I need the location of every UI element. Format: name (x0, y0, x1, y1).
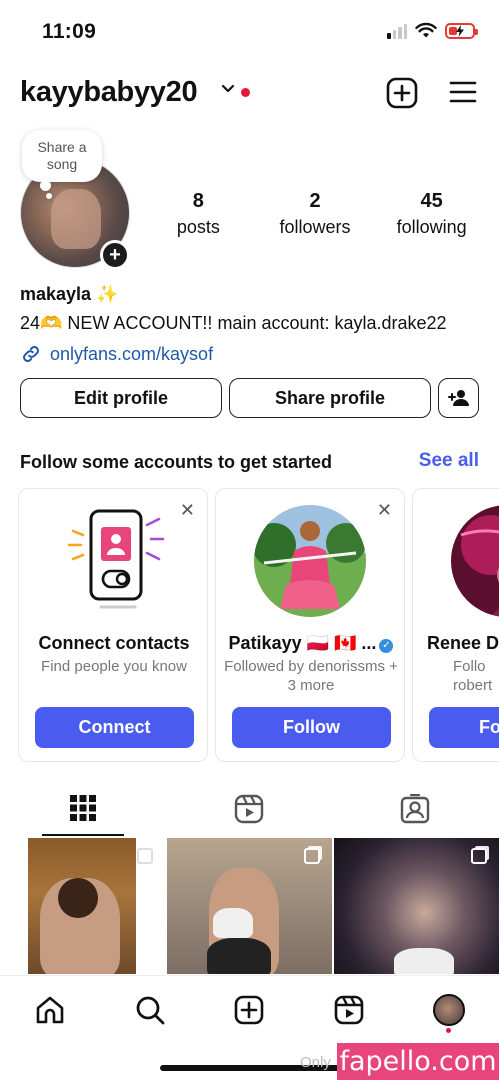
post-thumbnail[interactable] (0, 838, 165, 974)
post-subject-pants (207, 938, 271, 974)
reels-icon (234, 794, 264, 824)
profile-photo (451, 505, 499, 617)
profile-photo (254, 505, 366, 617)
nav-search[interactable] (130, 990, 170, 1030)
multiple-photos-icon (137, 848, 153, 864)
tab-tagged[interactable] (374, 790, 456, 836)
nav-home[interactable] (30, 990, 70, 1030)
see-all-link[interactable]: See all (419, 450, 479, 472)
note-bubble-tail (40, 180, 51, 191)
multiple-photos-icon (471, 848, 487, 864)
card-title: Renee Da (427, 633, 499, 653)
suggestion-card-user: ✕ Patikayy 🇵🇱 🇨🇦 ... ✓ Followed by denori… (215, 488, 405, 762)
post-subject-top (394, 948, 454, 974)
stat-label: posts (176, 217, 220, 237)
card-title: Patikayy 🇵🇱 🇨🇦 ... ✓ (216, 633, 406, 654)
nav-profile[interactable] (429, 990, 469, 1030)
edit-profile-button[interactable]: Edit profile (20, 378, 222, 418)
grid-icon (70, 795, 96, 821)
link-icon (23, 346, 39, 362)
connect-button[interactable]: Connect (35, 707, 194, 748)
post-border (0, 838, 28, 974)
stat-following[interactable]: 45 following (373, 190, 490, 238)
suggestions-title: Follow some accounts to get started (20, 452, 333, 472)
battery-icon (445, 22, 478, 39)
stat-value: 8 (192, 190, 204, 212)
tab-reels[interactable] (208, 790, 290, 836)
status-icons (387, 22, 478, 39)
discover-people-button[interactable] (438, 378, 479, 418)
note-bubble[interactable]: Share a song (22, 130, 102, 182)
stat-label: following (396, 217, 467, 237)
card-subtitle: Followed by denorissms + 3 more (224, 658, 398, 694)
home-icon (36, 996, 64, 1024)
close-icon[interactable]: ✕ (180, 501, 195, 519)
avatar (433, 994, 465, 1026)
nav-reels[interactable] (329, 990, 369, 1030)
suggested-username: Patikayy 🇵🇱 🇨🇦 ... (228, 633, 377, 653)
profile-stats: 8 posts 2 followers 45 following (140, 190, 490, 238)
post-subject-top (213, 908, 253, 938)
profile-header: kayybabyy20 (0, 70, 499, 120)
posts-grid (0, 838, 499, 974)
tab-posts-grid[interactable] (42, 790, 124, 836)
add-story-icon[interactable]: + (100, 240, 130, 270)
follow-button[interactable]: Fo (429, 707, 499, 748)
create-post-icon[interactable] (386, 77, 418, 109)
stat-followers[interactable]: 2 followers (257, 190, 374, 238)
create-icon (234, 995, 264, 1025)
reels-icon (334, 995, 364, 1025)
post-subject-hair (58, 878, 98, 918)
bio-text: 24🫶 NEW ACCOUNT!! main account: kayla.dr… (20, 313, 447, 333)
post-thumbnail[interactable] (334, 838, 499, 974)
suggestions-header: Follow some accounts to get started See … (20, 450, 479, 476)
multiple-photos-icon (304, 848, 320, 864)
profile-actions: Edit profile Share profile (20, 378, 479, 418)
suggestion-cards: ✕ Connect contacts Find people you know … (18, 488, 499, 763)
suggestion-card-user-partial: Renee Da Follo robert Fo (412, 488, 499, 762)
wifi-icon (415, 22, 437, 38)
stat-posts[interactable]: 8 posts (140, 190, 257, 238)
search-icon (136, 996, 165, 1025)
bio-link-text[interactable]: onlyfans.com/kaysof (50, 344, 213, 365)
close-icon[interactable]: ✕ (377, 501, 392, 519)
card-title: Connect contacts (38, 633, 190, 653)
verified-badge-icon: ✓ (379, 638, 394, 653)
status-bar: 11:09 (0, 0, 499, 62)
add-person-icon (447, 390, 469, 406)
suggested-user-avatar[interactable] (254, 505, 366, 617)
status-time: 11:09 (42, 20, 97, 43)
stat-value: 45 (420, 190, 443, 212)
watermark: fapello.com (337, 1043, 499, 1080)
contacts-phone-icon (67, 509, 165, 609)
cellular-signal-icon (387, 23, 407, 39)
follow-button[interactable]: Follow (232, 707, 391, 748)
stat-label: followers (279, 217, 351, 237)
note-bubble-tail-small (46, 193, 52, 199)
stat-value: 2 (309, 190, 321, 212)
suggested-user-avatar[interactable] (451, 505, 499, 617)
notification-dot (241, 88, 250, 97)
card-subtitle: Find people you know (41, 658, 187, 675)
chevron-down-icon[interactable] (221, 84, 235, 94)
username-switcher[interactable]: kayybabyy20 (20, 76, 198, 109)
nav-create[interactable] (229, 990, 269, 1030)
display-name: makayla ✨ (20, 284, 119, 304)
watermark-faint-text: Only (300, 1054, 331, 1071)
notification-dot (446, 1028, 451, 1033)
menu-icon[interactable] (449, 80, 477, 104)
suggestion-card-contacts: ✕ Connect contacts Find people you know … (18, 488, 208, 762)
profile-content-tabs (0, 790, 499, 838)
tagged-icon (400, 794, 430, 824)
profile-bio: makayla ✨ 24🫶 NEW ACCOUNT!! main account… (20, 284, 485, 365)
share-profile-button[interactable]: Share profile (229, 378, 431, 418)
bio-link[interactable]: onlyfans.com/kaysof (20, 343, 485, 365)
card-subtitle: Follo robert (453, 658, 493, 694)
post-thumbnail[interactable] (167, 838, 332, 974)
